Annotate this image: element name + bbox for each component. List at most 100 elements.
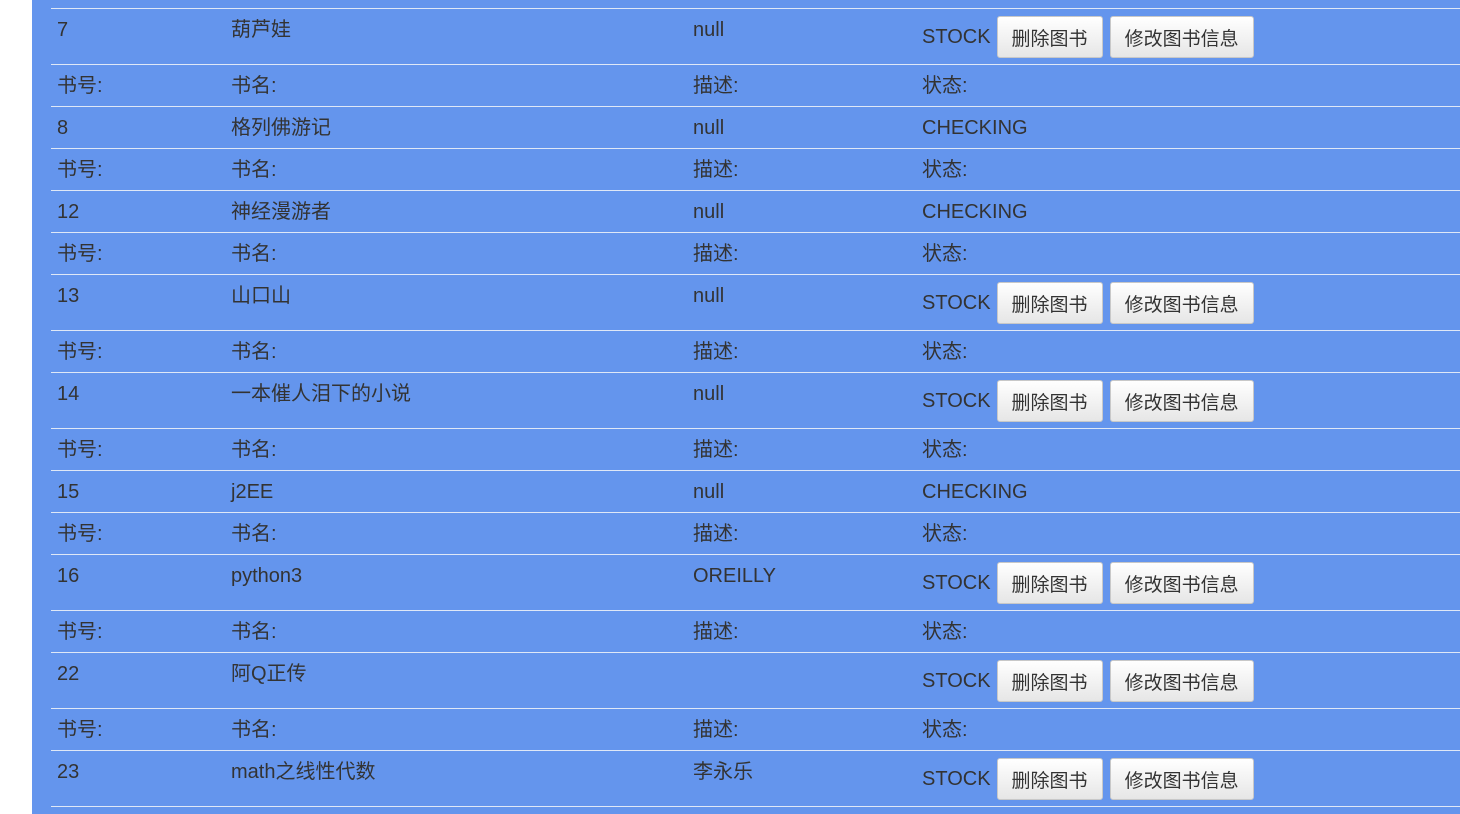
book-status-cell: STOCK 删除图书 修改图书信息 [922, 758, 1261, 800]
header-label-status: 状态: [922, 523, 968, 545]
delete-book-button[interactable]: 删除图书 [996, 16, 1103, 58]
book-name: 格列佛游记 [231, 117, 331, 139]
book-description: null [693, 19, 725, 41]
book-id: 7 [57, 19, 69, 41]
book-status: STOCK [922, 292, 991, 314]
table-row: 14 一本催人泪下的小说 null STOCK 删除图书 修改图书信息 [51, 373, 1460, 429]
header-label-desc: 描述: [693, 439, 739, 461]
book-list-panel: 7 葫芦娃 null STOCK 删除图书 修改图书信息 书号: 书名: 描述: 状态: 8 格列佛游… [32, 0, 1460, 814]
book-status: STOCK [922, 26, 991, 48]
header-label-desc: 描述: [693, 621, 739, 643]
header-label-status: 状态: [922, 159, 968, 181]
table-header-row: 书号: 书名: 描述: 状态: [51, 233, 1460, 275]
book-id: 16 [57, 565, 80, 587]
header-label-desc: 描述: [693, 523, 739, 545]
header-label-name: 书名: [231, 243, 277, 265]
book-name: math之线性代数 [231, 761, 376, 783]
table-row: 23 math之线性代数 李永乐 STOCK 删除图书 修改图书信息 [51, 751, 1460, 807]
book-status-cell: STOCK 删除图书 修改图书信息 [922, 282, 1261, 324]
table-row: 16 python3 OREILLY STOCK 删除图书 修改图书信息 [51, 555, 1460, 611]
book-id: 22 [57, 663, 80, 685]
book-name: j2EE [231, 481, 274, 503]
header-label-name: 书名: [231, 719, 277, 741]
table-header-row: 书号: 书名: 描述: 状态: [51, 611, 1460, 653]
header-label-name: 书名: [231, 621, 277, 643]
edit-book-button[interactable]: 修改图书信息 [1109, 282, 1254, 324]
book-description: null [693, 481, 725, 503]
book-id: 13 [57, 285, 80, 307]
edit-book-button[interactable]: 修改图书信息 [1109, 16, 1254, 58]
header-label-desc: 描述: [693, 719, 739, 741]
delete-book-button[interactable]: 删除图书 [996, 380, 1103, 422]
header-label-status: 状态: [922, 719, 968, 741]
book-id: 8 [57, 117, 69, 139]
book-name: 一本催人泪下的小说 [231, 383, 411, 405]
book-id: 15 [57, 481, 80, 503]
book-name: 阿Q正传 [231, 663, 307, 685]
delete-book-button[interactable]: 删除图书 [996, 660, 1103, 702]
edit-book-button[interactable]: 修改图书信息 [1109, 380, 1254, 422]
table-row: 8 格列佛游记 null CHECKING [51, 107, 1460, 149]
header-label-id: 书号: [57, 439, 103, 461]
delete-book-button[interactable]: 删除图书 [996, 562, 1103, 604]
book-id: 23 [57, 761, 80, 783]
book-status: STOCK [922, 572, 991, 594]
edit-book-button[interactable]: 修改图书信息 [1109, 562, 1254, 604]
book-status: STOCK [922, 670, 991, 692]
book-status-cell: STOCK 删除图书 修改图书信息 [922, 380, 1261, 422]
book-description: null [693, 117, 725, 139]
book-description: OREILLY [693, 565, 776, 587]
book-description: null [693, 201, 725, 223]
table-row: 22 阿Q正传 STOCK 删除图书 修改图书信息 [51, 653, 1460, 709]
header-label-id: 书号: [57, 523, 103, 545]
book-status-cell: STOCK 删除图书 修改图书信息 [922, 660, 1261, 702]
table-header-row: 书号: 书名: 描述: 状态: [51, 513, 1460, 555]
delete-book-button[interactable]: 删除图书 [996, 758, 1103, 800]
table-row: 13 山口山 null STOCK 删除图书 修改图书信息 [51, 275, 1460, 331]
header-label-name: 书名: [231, 159, 277, 181]
header-label-id: 书号: [57, 719, 103, 741]
book-name: 葫芦娃 [231, 19, 291, 41]
header-label-name: 书名: [231, 439, 277, 461]
book-table: 7 葫芦娃 null STOCK 删除图书 修改图书信息 书号: 书名: 描述: 状态: 8 格列佛游… [51, 8, 1460, 807]
book-status-cell: CHECKING [922, 481, 1028, 503]
book-description: 李永乐 [693, 761, 753, 783]
book-status-cell: CHECKING [922, 201, 1028, 223]
header-label-id: 书号: [57, 243, 103, 265]
book-description: null [693, 285, 725, 307]
edit-book-button[interactable]: 修改图书信息 [1109, 660, 1254, 702]
table-header-row: 书号: 书名: 描述: 状态: [51, 331, 1460, 373]
header-label-id: 书号: [57, 159, 103, 181]
header-label-status: 状态: [922, 621, 968, 643]
header-label-id: 书号: [57, 75, 103, 97]
book-status: CHECKING [922, 201, 1028, 223]
table-header-row: 书号: 书名: 描述: 状态: [51, 709, 1460, 751]
book-id: 12 [57, 201, 80, 223]
header-label-desc: 描述: [693, 75, 739, 97]
table-header-row: 书号: 书名: 描述: 状态: [51, 429, 1460, 471]
table-header-row: 书号: 书名: 描述: 状态: [51, 149, 1460, 191]
delete-book-button[interactable]: 删除图书 [996, 282, 1103, 324]
header-label-id: 书号: [57, 621, 103, 643]
book-status-cell: STOCK 删除图书 修改图书信息 [922, 16, 1261, 58]
book-status: CHECKING [922, 117, 1028, 139]
header-label-status: 状态: [922, 341, 968, 363]
header-label-status: 状态: [922, 243, 968, 265]
edit-book-button[interactable]: 修改图书信息 [1109, 758, 1254, 800]
header-label-name: 书名: [231, 341, 277, 363]
table-header-row: 书号: 书名: 描述: 状态: [51, 65, 1460, 107]
book-name: 神经漫游者 [231, 201, 331, 223]
book-status-cell: CHECKING [922, 117, 1028, 139]
header-label-name: 书名: [231, 75, 277, 97]
book-status: CHECKING [922, 481, 1028, 503]
book-description: null [693, 383, 725, 405]
book-name: 山口山 [231, 285, 291, 307]
header-label-desc: 描述: [693, 159, 739, 181]
table-row: 15 j2EE null CHECKING [51, 471, 1460, 513]
book-status: STOCK [922, 768, 991, 790]
header-label-desc: 描述: [693, 341, 739, 363]
header-label-desc: 描述: [693, 243, 739, 265]
table-row: 12 神经漫游者 null CHECKING [51, 191, 1460, 233]
header-label-status: 状态: [922, 75, 968, 97]
header-label-name: 书名: [231, 523, 277, 545]
